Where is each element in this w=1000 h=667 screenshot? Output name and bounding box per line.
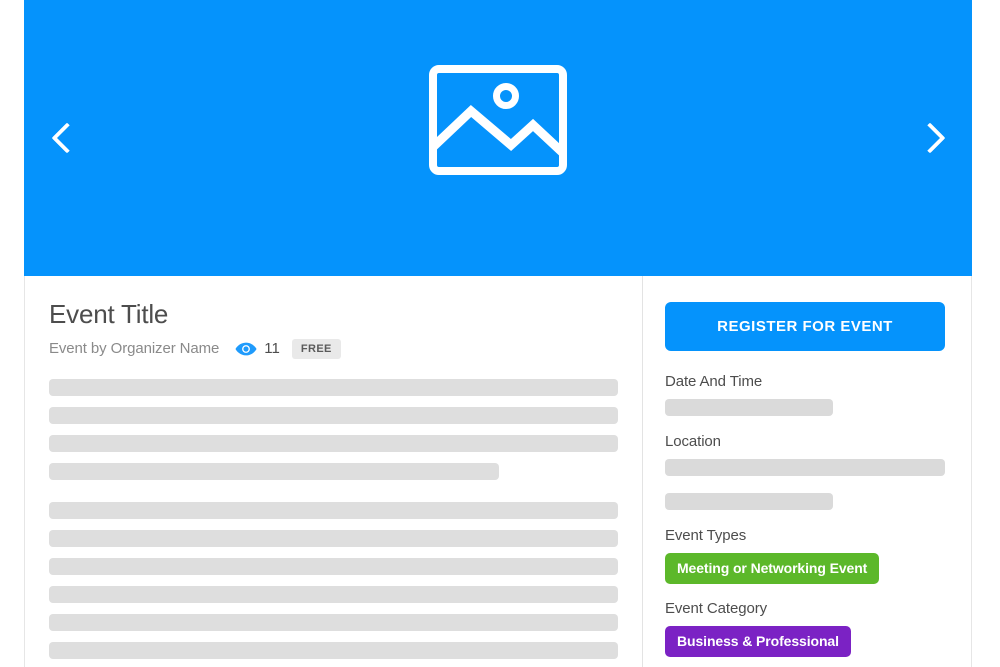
skeleton-line xyxy=(49,463,499,480)
event-meta-row: Event by Organizer Name 11 FREE xyxy=(49,339,618,359)
view-count-value: 11 xyxy=(264,340,280,357)
description-skeleton-group-2 xyxy=(49,502,618,659)
skeleton-line xyxy=(49,379,618,396)
hero-carousel xyxy=(24,0,972,276)
register-for-event-button[interactable]: REGISTER FOR EVENT xyxy=(665,302,945,351)
description-skeleton-group-1 xyxy=(49,379,618,480)
location-label: Location xyxy=(665,433,945,450)
event-sidebar: REGISTER FOR EVENT Date And Time Locatio… xyxy=(643,276,971,667)
eye-icon xyxy=(235,342,257,356)
date-and-time-label: Date And Time xyxy=(665,373,945,390)
event-category-label: Event Category xyxy=(665,600,945,617)
skeleton-line xyxy=(49,407,618,424)
location-skeleton-line xyxy=(665,493,833,510)
chevron-right-icon xyxy=(914,122,945,153)
skeleton-line xyxy=(49,435,618,452)
price-badge: FREE xyxy=(292,339,341,359)
event-content-column: Event Title Event by Organizer Name 11 F… xyxy=(25,276,643,667)
chevron-left-icon xyxy=(51,122,82,153)
skeleton-line xyxy=(49,586,618,603)
view-count-group: 11 xyxy=(235,340,280,357)
event-detail-page: Event Title Event by Organizer Name 11 F… xyxy=(0,0,1000,667)
location-skeleton-line xyxy=(665,459,945,476)
date-and-time-skeleton xyxy=(665,399,833,416)
skeleton-line xyxy=(49,558,618,575)
event-category-tag[interactable]: Business & Professional xyxy=(665,626,851,657)
page-title: Event Title xyxy=(49,300,618,330)
carousel-next-button[interactable] xyxy=(892,0,972,276)
skeleton-line xyxy=(49,642,618,659)
event-types-label: Event Types xyxy=(665,527,945,544)
carousel-prev-button[interactable] xyxy=(24,0,104,276)
image-placeholder-mountains xyxy=(437,73,559,167)
hero-image-area xyxy=(24,0,972,240)
skeleton-line xyxy=(49,614,618,631)
organizer-name: Event by Organizer Name xyxy=(49,340,219,357)
image-placeholder-icon xyxy=(429,65,567,175)
skeleton-line xyxy=(49,502,618,519)
event-type-tag[interactable]: Meeting or Networking Event xyxy=(665,553,879,584)
page-body: Event Title Event by Organizer Name 11 F… xyxy=(24,276,972,667)
skeleton-line xyxy=(49,530,618,547)
